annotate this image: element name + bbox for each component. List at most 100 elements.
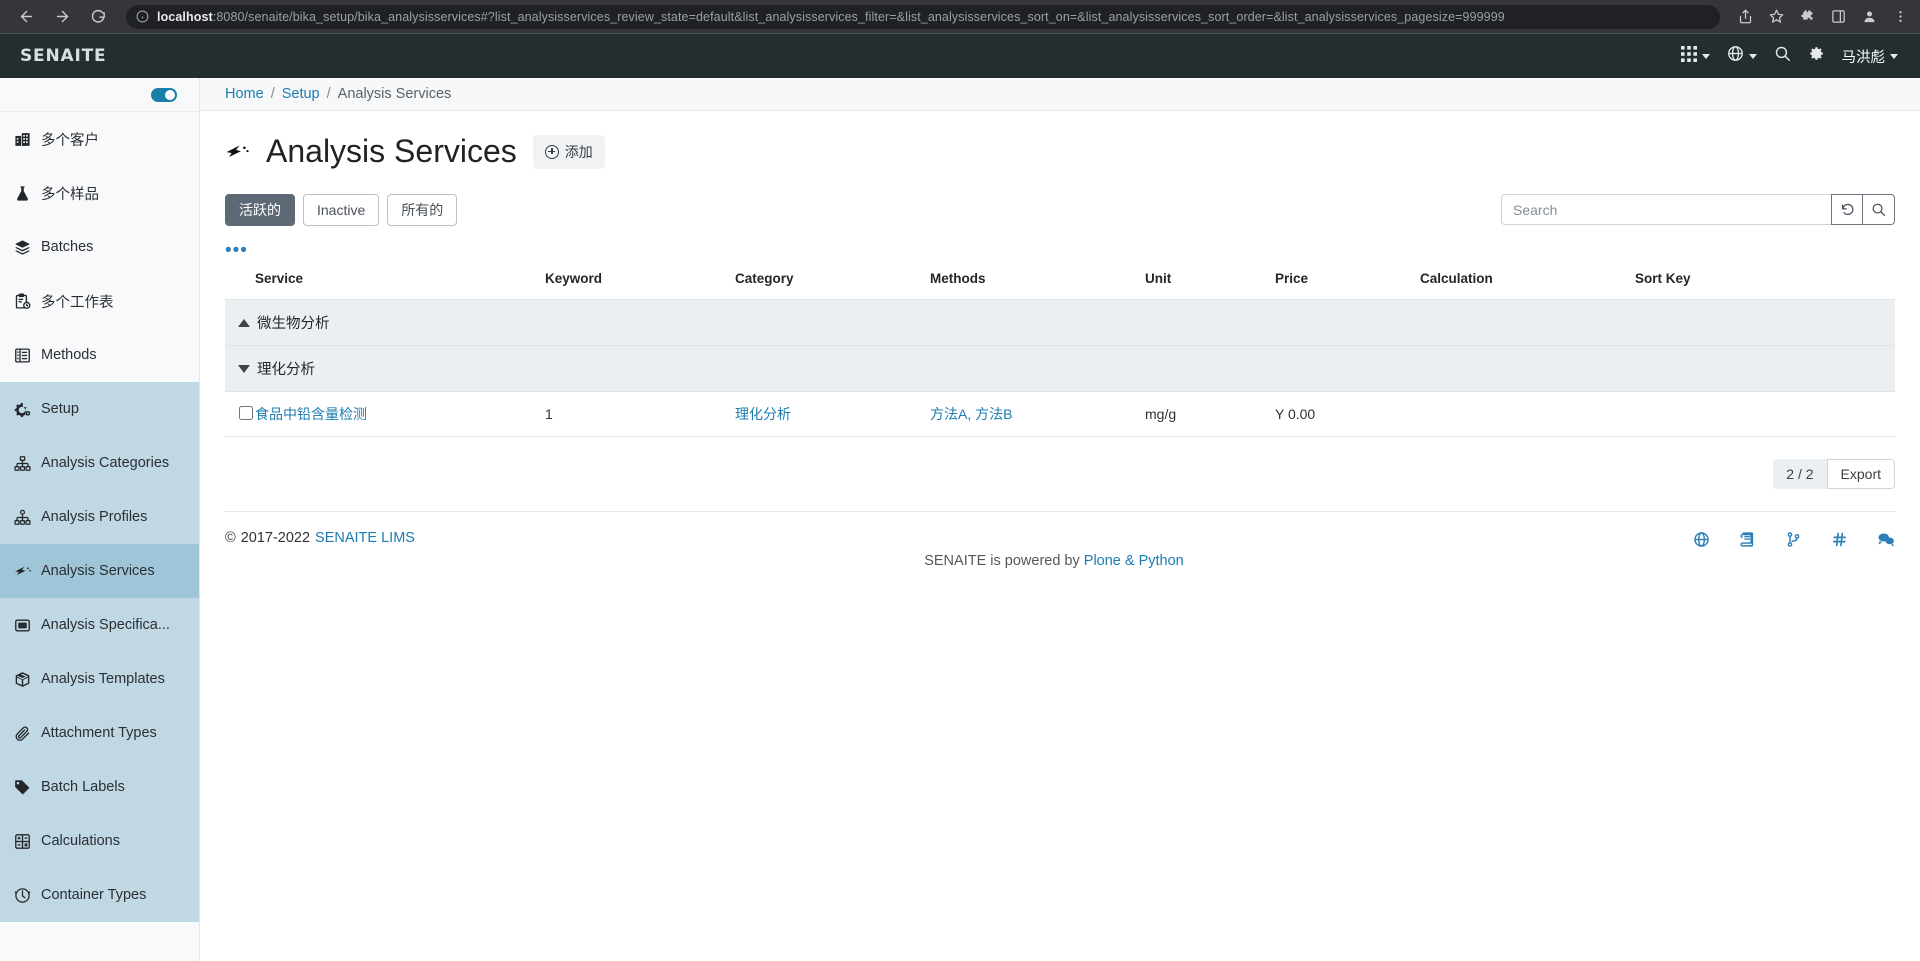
gear-icon bbox=[1808, 45, 1825, 67]
site-info-icon[interactable] bbox=[136, 10, 149, 23]
sidebar-item-methods[interactable]: Methods bbox=[0, 328, 199, 382]
senaite-logo[interactable]: SENAITE bbox=[20, 46, 106, 66]
category-group-row[interactable]: 理化分析 bbox=[225, 346, 1895, 392]
sidebar-item-analysis-profiles[interactable]: Analysis Profiles bbox=[0, 490, 199, 544]
column-header-service[interactable]: Service bbox=[255, 262, 545, 300]
column-header-sort-key[interactable]: Sort Key bbox=[1635, 262, 1895, 300]
toggle-columns-button[interactable]: ••• bbox=[225, 246, 251, 256]
filter-button-1[interactable]: Inactive bbox=[303, 194, 379, 226]
sidebar-item-analysis-templates[interactable]: Analysis Templates bbox=[0, 652, 199, 706]
user-menu-button[interactable]: 马洪彪 bbox=[1842, 46, 1899, 67]
category-group-cell: 理化分析 bbox=[225, 346, 1895, 392]
breadcrumb-home[interactable]: Home bbox=[225, 86, 264, 102]
hash-icon[interactable] bbox=[1831, 531, 1848, 552]
service-link[interactable]: 食品中铅含量检测 bbox=[255, 406, 367, 422]
apps-menu-button[interactable] bbox=[1681, 46, 1710, 67]
sidebar-item-attachment-types[interactable]: Attachment Types bbox=[0, 706, 199, 760]
search-input[interactable] bbox=[1501, 194, 1831, 225]
sidebar-item-container-types[interactable]: Container Types bbox=[0, 868, 199, 922]
category-link[interactable]: 理化分析 bbox=[735, 406, 791, 422]
profile-avatar-icon[interactable] bbox=[1862, 9, 1877, 24]
git-branch-icon[interactable] bbox=[1785, 531, 1802, 552]
username-label: 马洪彪 bbox=[1842, 46, 1886, 67]
sidebar-item-calculations[interactable]: Calculations bbox=[0, 814, 199, 868]
category-group-cell: 微生物分析 bbox=[225, 300, 1895, 346]
row-checkbox[interactable] bbox=[239, 406, 253, 420]
column-header-price[interactable]: Price bbox=[1275, 262, 1420, 300]
sidebar-item-batches[interactable]: Batches bbox=[0, 220, 199, 274]
paperclip-icon bbox=[13, 724, 32, 743]
sidebar-item-analysis-categories[interactable]: Analysis Categories bbox=[0, 436, 199, 490]
column-header-calculation[interactable]: Calculation bbox=[1420, 262, 1635, 300]
category-group-row[interactable]: 微生物分析 bbox=[225, 300, 1895, 346]
side-panel-icon[interactable] bbox=[1831, 9, 1846, 24]
search-reset-button[interactable] bbox=[1831, 194, 1863, 225]
calculator-icon bbox=[13, 832, 32, 851]
page-title: Analysis Services bbox=[266, 133, 517, 170]
grid-apps-icon bbox=[1681, 46, 1697, 67]
powered-by-text: SENAITE is powered by Plone & Python bbox=[415, 553, 1693, 569]
table-row[interactable]: 食品中铅含量检测1理化分析方法A, 方法Bmg/gY 0.00 bbox=[225, 392, 1895, 437]
sidebar-item-batch-labels[interactable]: Batch Labels bbox=[0, 760, 199, 814]
language-menu-button[interactable] bbox=[1727, 45, 1757, 67]
sidebar-item-[interactable]: 多个工作表 bbox=[0, 274, 199, 328]
senaite-lims-link[interactable]: SENAITE LIMS bbox=[315, 530, 415, 546]
browser-reload-button[interactable] bbox=[84, 3, 112, 31]
methods-link[interactable]: 方法A, 方法B bbox=[930, 406, 1012, 422]
browser-forward-button[interactable] bbox=[48, 3, 76, 31]
topbar-actions: 马洪彪 bbox=[1681, 45, 1899, 67]
chevron-down-icon bbox=[1749, 54, 1757, 59]
bookmark-star-icon[interactable] bbox=[1769, 9, 1784, 24]
search-submit-button[interactable] bbox=[1863, 194, 1895, 225]
sidebar-toggle-row bbox=[0, 78, 199, 112]
sidebar-item-analysis-specifica[interactable]: Analysis Specifica... bbox=[0, 598, 199, 652]
global-search-button[interactable] bbox=[1774, 45, 1791, 67]
browser-back-button[interactable] bbox=[12, 3, 40, 31]
more-menu-kebab-icon[interactable] bbox=[1893, 9, 1908, 24]
address-bar-url: localhost:8080/senaite/bika_setup/bika_a… bbox=[157, 10, 1505, 24]
filter-button-0[interactable]: 活跃的 bbox=[225, 194, 295, 226]
sidebar-item-analysis-services[interactable]: Analysis Services bbox=[0, 544, 199, 598]
copyright: © 2017-2022 SENAITE LIMS bbox=[225, 530, 415, 546]
sidebar-item-label: Attachment Types bbox=[41, 725, 157, 741]
chat-bubbles-icon[interactable] bbox=[1877, 530, 1895, 552]
sidebar-item-label: 多个客户 bbox=[41, 129, 99, 150]
review-state-filters: 活跃的Inactive所有的 bbox=[225, 194, 457, 226]
sidebar-item-[interactable]: 多个客户 bbox=[0, 112, 199, 166]
filter-button-2[interactable]: 所有的 bbox=[387, 194, 457, 226]
breadcrumb-setup[interactable]: Setup bbox=[282, 86, 320, 102]
sidebar-item-[interactable]: 多个样品 bbox=[0, 166, 199, 220]
sidebar-item-label: 多个工作表 bbox=[41, 291, 114, 312]
building-icon bbox=[13, 130, 32, 149]
plone-python-link[interactable]: Plone & Python bbox=[1084, 553, 1184, 569]
globe-icon[interactable] bbox=[1693, 531, 1710, 552]
sidebar-collapse-toggle[interactable] bbox=[151, 88, 177, 102]
book-icon[interactable] bbox=[1739, 531, 1756, 552]
extensions-puzzle-icon[interactable] bbox=[1800, 9, 1815, 24]
sidebar-item-label: Analysis Services bbox=[41, 563, 155, 579]
chevron-up-icon[interactable] bbox=[238, 319, 250, 327]
sidebar-item-label: Analysis Categories bbox=[41, 455, 169, 471]
layers-icon bbox=[13, 238, 32, 257]
page-inner: Analysis Services 添加 活跃的Inactive所有的 bbox=[200, 111, 1920, 552]
cell-calculation bbox=[1420, 392, 1635, 437]
column-header-keyword[interactable]: Keyword bbox=[545, 262, 735, 300]
address-bar[interactable]: localhost:8080/senaite/bika_setup/bika_a… bbox=[126, 5, 1720, 29]
chevron-down-icon[interactable] bbox=[238, 365, 250, 373]
settings-button[interactable] bbox=[1808, 45, 1825, 67]
sidebar-item-setup[interactable]: Setup bbox=[0, 382, 199, 436]
add-button[interactable]: 添加 bbox=[533, 135, 605, 169]
column-header-unit[interactable]: Unit bbox=[1145, 262, 1275, 300]
row-select-cell bbox=[225, 392, 255, 437]
sitemap-icon bbox=[13, 454, 32, 473]
column-header-category[interactable]: Category bbox=[735, 262, 930, 300]
share-icon[interactable] bbox=[1738, 9, 1753, 24]
category-group-label: 理化分析 bbox=[257, 358, 315, 379]
flask-icon bbox=[13, 184, 32, 203]
cell-keyword: 1 bbox=[545, 392, 735, 437]
clipboard-clock-icon bbox=[13, 292, 32, 311]
column-header-methods[interactable]: Methods bbox=[930, 262, 1145, 300]
search-icon bbox=[1774, 45, 1791, 67]
box-icon bbox=[13, 670, 32, 689]
export-button[interactable]: Export bbox=[1827, 459, 1895, 489]
